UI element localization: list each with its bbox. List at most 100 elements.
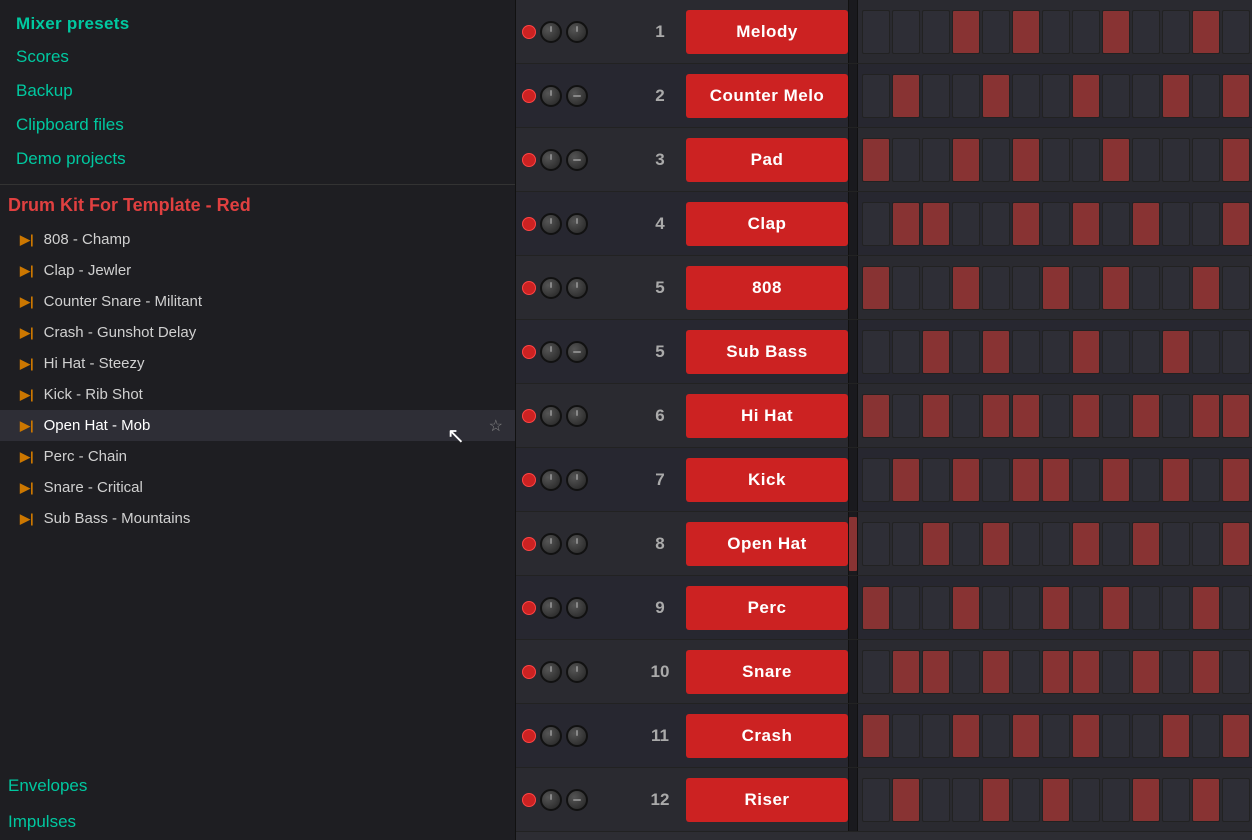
list-item-clap[interactable]: ▶| Clap - Jewler — [0, 255, 515, 286]
pattern-cell[interactable] — [862, 586, 890, 630]
list-item-subbass[interactable]: ▶| Sub Bass - Mountains — [0, 503, 515, 534]
sidebar-item-demo[interactable]: Demo projects — [12, 142, 503, 176]
pattern-cell[interactable] — [952, 138, 980, 182]
pattern-cell[interactable] — [1102, 138, 1130, 182]
pattern-cell[interactable] — [922, 10, 950, 54]
pattern-cell[interactable] — [1192, 330, 1220, 374]
pattern-cell[interactable] — [1162, 458, 1190, 502]
pattern-cell[interactable] — [1042, 714, 1070, 758]
mute-button[interactable] — [522, 153, 536, 167]
pattern-cell[interactable] — [1072, 10, 1100, 54]
sidebar-item-envelopes[interactable]: Envelopes — [0, 768, 515, 804]
volume-knob[interactable] — [540, 597, 562, 619]
pattern-cell[interactable] — [892, 74, 920, 118]
pattern-cell[interactable] — [1012, 650, 1040, 694]
pattern-cell[interactable] — [952, 522, 980, 566]
pattern-cell[interactable] — [1042, 458, 1070, 502]
pattern-cell[interactable] — [1102, 458, 1130, 502]
pattern-cell[interactable] — [1222, 10, 1250, 54]
pattern-cell[interactable] — [1192, 10, 1220, 54]
pattern-cell[interactable] — [1072, 458, 1100, 502]
list-item-kick[interactable]: ▶| Kick - Rib Shot — [0, 379, 515, 410]
pattern-cell[interactable] — [1012, 266, 1040, 310]
pattern-cell[interactable] — [1012, 522, 1040, 566]
pattern-cell[interactable] — [1102, 650, 1130, 694]
volume-knob[interactable] — [540, 405, 562, 427]
pattern-cell[interactable] — [982, 74, 1010, 118]
volume-knob[interactable] — [540, 341, 562, 363]
pattern-cell[interactable] — [1042, 586, 1070, 630]
pattern-cell[interactable] — [1132, 394, 1160, 438]
pattern-cell[interactable] — [1012, 458, 1040, 502]
pattern-cell[interactable] — [1042, 202, 1070, 246]
pattern-cell[interactable] — [1222, 714, 1250, 758]
pattern-cell[interactable] — [1012, 138, 1040, 182]
pattern-cell[interactable] — [952, 586, 980, 630]
volume-knob[interactable] — [540, 789, 562, 811]
pattern-cell[interactable] — [982, 458, 1010, 502]
pattern-cell[interactable] — [1102, 394, 1130, 438]
sidebar-item-scores[interactable]: Scores — [12, 40, 503, 74]
track-label-button[interactable]: Melody — [686, 10, 848, 54]
pattern-cell[interactable] — [1102, 778, 1130, 822]
pattern-cell[interactable] — [1162, 714, 1190, 758]
pattern-cell[interactable] — [1072, 650, 1100, 694]
pattern-cell[interactable] — [892, 586, 920, 630]
pattern-cell[interactable] — [952, 714, 980, 758]
pattern-cell[interactable] — [1012, 586, 1040, 630]
pattern-cell[interactable] — [1192, 522, 1220, 566]
pattern-cell[interactable] — [1072, 138, 1100, 182]
pan-knob[interactable] — [566, 725, 588, 747]
pattern-cell[interactable] — [1222, 330, 1250, 374]
pattern-cell[interactable] — [1042, 778, 1070, 822]
volume-knob[interactable] — [540, 213, 562, 235]
pattern-cell[interactable] — [862, 650, 890, 694]
pattern-cell[interactable] — [952, 330, 980, 374]
mute-button[interactable] — [522, 793, 536, 807]
pattern-cell[interactable] — [1162, 330, 1190, 374]
pattern-cell[interactable] — [1102, 74, 1130, 118]
volume-knob[interactable] — [540, 85, 562, 107]
track-label-button[interactable]: Open Hat — [686, 522, 848, 566]
pattern-cell[interactable] — [1042, 394, 1070, 438]
pan-knob[interactable] — [566, 277, 588, 299]
list-item-snare[interactable]: ▶| Snare - Critical — [0, 472, 515, 503]
volume-knob[interactable] — [540, 21, 562, 43]
pattern-cell[interactable] — [922, 586, 950, 630]
pan-knob[interactable] — [566, 533, 588, 555]
pattern-cell[interactable] — [1162, 522, 1190, 566]
pattern-cell[interactable] — [1192, 202, 1220, 246]
pattern-cell[interactable] — [1072, 394, 1100, 438]
pattern-cell[interactable] — [1222, 778, 1250, 822]
sidebar-item-mixer-presets[interactable]: Mixer presets — [12, 8, 503, 40]
pattern-cell[interactable] — [952, 202, 980, 246]
pattern-cell[interactable] — [892, 714, 920, 758]
list-item-perc[interactable]: ▶| Perc - Chain — [0, 441, 515, 472]
pattern-cell[interactable] — [892, 458, 920, 502]
pattern-cell[interactable] — [1162, 10, 1190, 54]
pattern-cell[interactable] — [952, 650, 980, 694]
pattern-cell[interactable] — [1192, 394, 1220, 438]
pattern-cell[interactable] — [1012, 714, 1040, 758]
pattern-cell[interactable] — [952, 778, 980, 822]
pattern-cell[interactable] — [862, 330, 890, 374]
pattern-cell[interactable] — [1102, 522, 1130, 566]
pattern-cell[interactable] — [1192, 586, 1220, 630]
pattern-cell[interactable] — [982, 714, 1010, 758]
pattern-cell[interactable] — [982, 138, 1010, 182]
pattern-cell[interactable] — [1162, 202, 1190, 246]
pattern-cell[interactable] — [1042, 138, 1070, 182]
pattern-cell[interactable] — [1102, 10, 1130, 54]
mute-button[interactable] — [522, 473, 536, 487]
pattern-cell[interactable] — [1192, 650, 1220, 694]
pattern-cell[interactable] — [922, 74, 950, 118]
pattern-cell[interactable] — [952, 394, 980, 438]
pattern-cell[interactable] — [1012, 330, 1040, 374]
mute-button[interactable] — [522, 281, 536, 295]
star-icon[interactable]: ☆ — [489, 416, 503, 436]
pattern-cell[interactable] — [1042, 522, 1070, 566]
track-label-button[interactable]: Hi Hat — [686, 394, 848, 438]
pan-knob[interactable] — [566, 213, 588, 235]
pattern-cell[interactable] — [982, 10, 1010, 54]
pattern-cell[interactable] — [1042, 330, 1070, 374]
